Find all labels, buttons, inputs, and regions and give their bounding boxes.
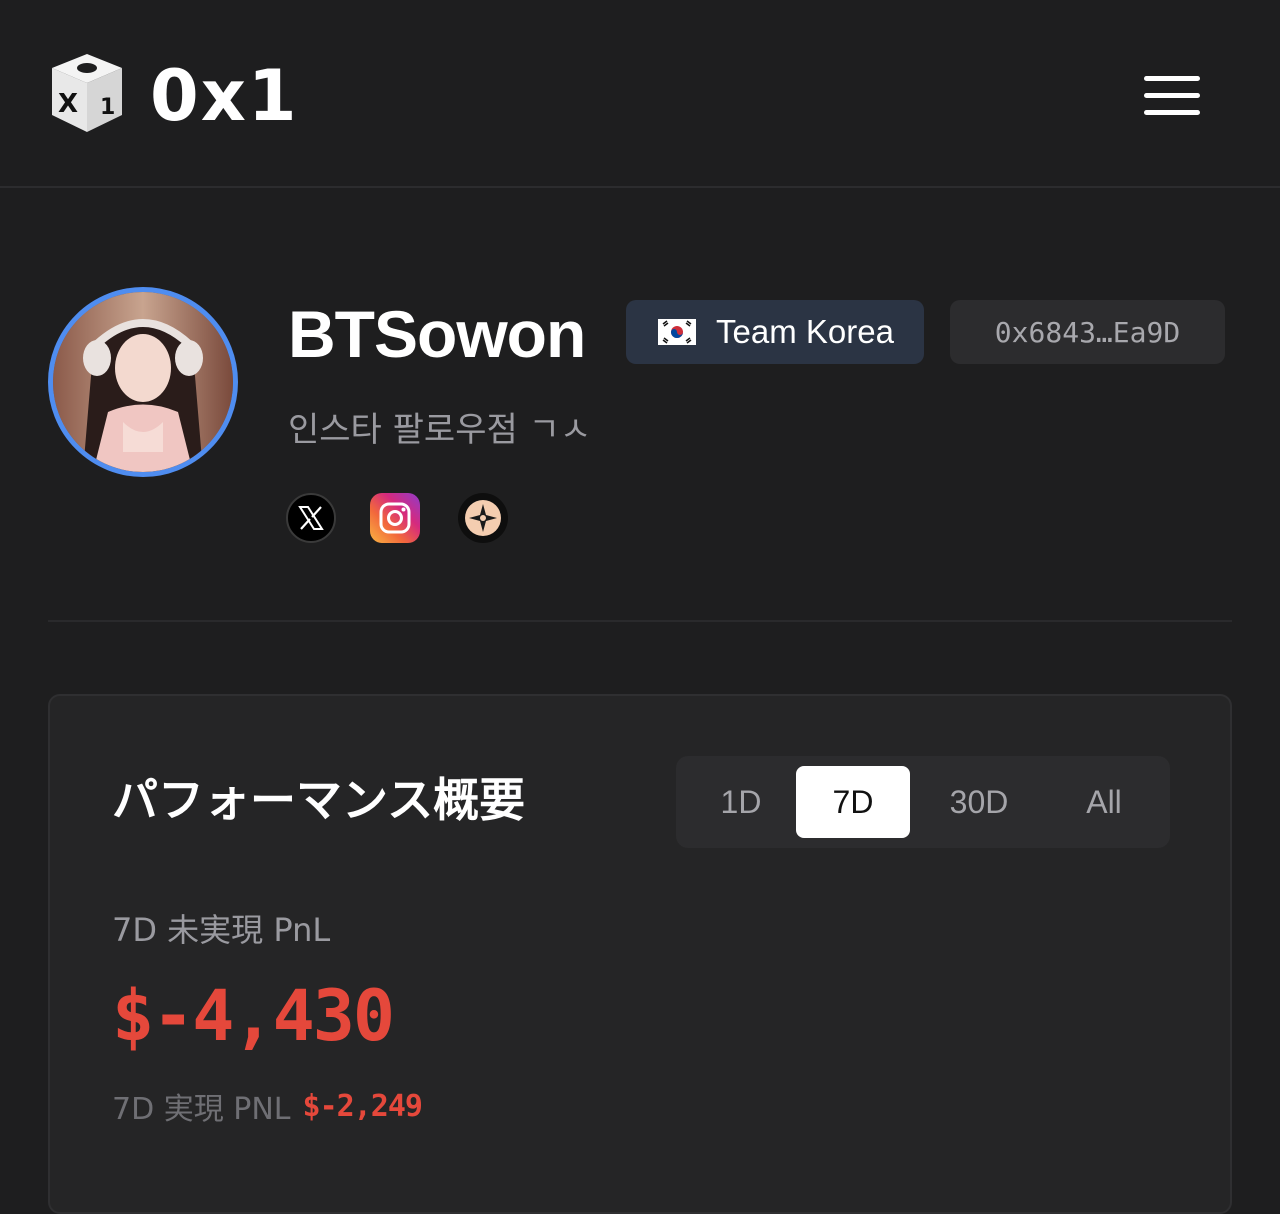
- tab-1d[interactable]: 1D: [696, 766, 786, 838]
- period-tabs: 1D 7D 30D All: [676, 756, 1170, 848]
- x-icon[interactable]: [286, 493, 336, 543]
- realized-pnl-label: 7D 実現 PNL: [112, 1092, 291, 1127]
- dice-logo-icon[interactable]: X 1: [48, 52, 126, 134]
- south-korea-flag-icon: [658, 319, 696, 345]
- top-header: X 1 0x1: [0, 0, 1280, 188]
- unrealized-pnl-label: 7D 未実現 PnL: [112, 911, 331, 949]
- logo-wordmark[interactable]: 0x1: [150, 56, 299, 136]
- realized-pnl-row: 7D 実現 PNL $-2,249: [112, 1084, 423, 1128]
- section-divider: [48, 620, 1232, 622]
- wallet-address-badge[interactable]: 0x6843…Ea9D: [950, 300, 1225, 364]
- tab-all[interactable]: All: [1056, 766, 1152, 838]
- profile-bio: 인스타 팔로우점 ㄱㅅ: [288, 410, 592, 450]
- tab-30d[interactable]: 30D: [926, 766, 1032, 838]
- svg-text:1: 1: [100, 95, 115, 120]
- community-icon[interactable]: [458, 493, 508, 543]
- username: BTSowon: [288, 297, 586, 371]
- team-badge[interactable]: Team Korea: [626, 300, 924, 364]
- realized-pnl-value: $-2,249: [302, 1088, 423, 1124]
- instagram-icon[interactable]: [370, 493, 420, 543]
- unrealized-pnl-value: $-4,430: [112, 975, 395, 1057]
- performance-title: パフォーマンス概要: [112, 773, 526, 827]
- tab-7d[interactable]: 7D: [796, 766, 910, 838]
- svg-text:X: X: [58, 89, 78, 119]
- hamburger-menu-icon[interactable]: [1140, 72, 1204, 120]
- avatar: [48, 287, 238, 477]
- team-label: Team Korea: [716, 313, 894, 350]
- avatar-portrait-image: [53, 292, 233, 472]
